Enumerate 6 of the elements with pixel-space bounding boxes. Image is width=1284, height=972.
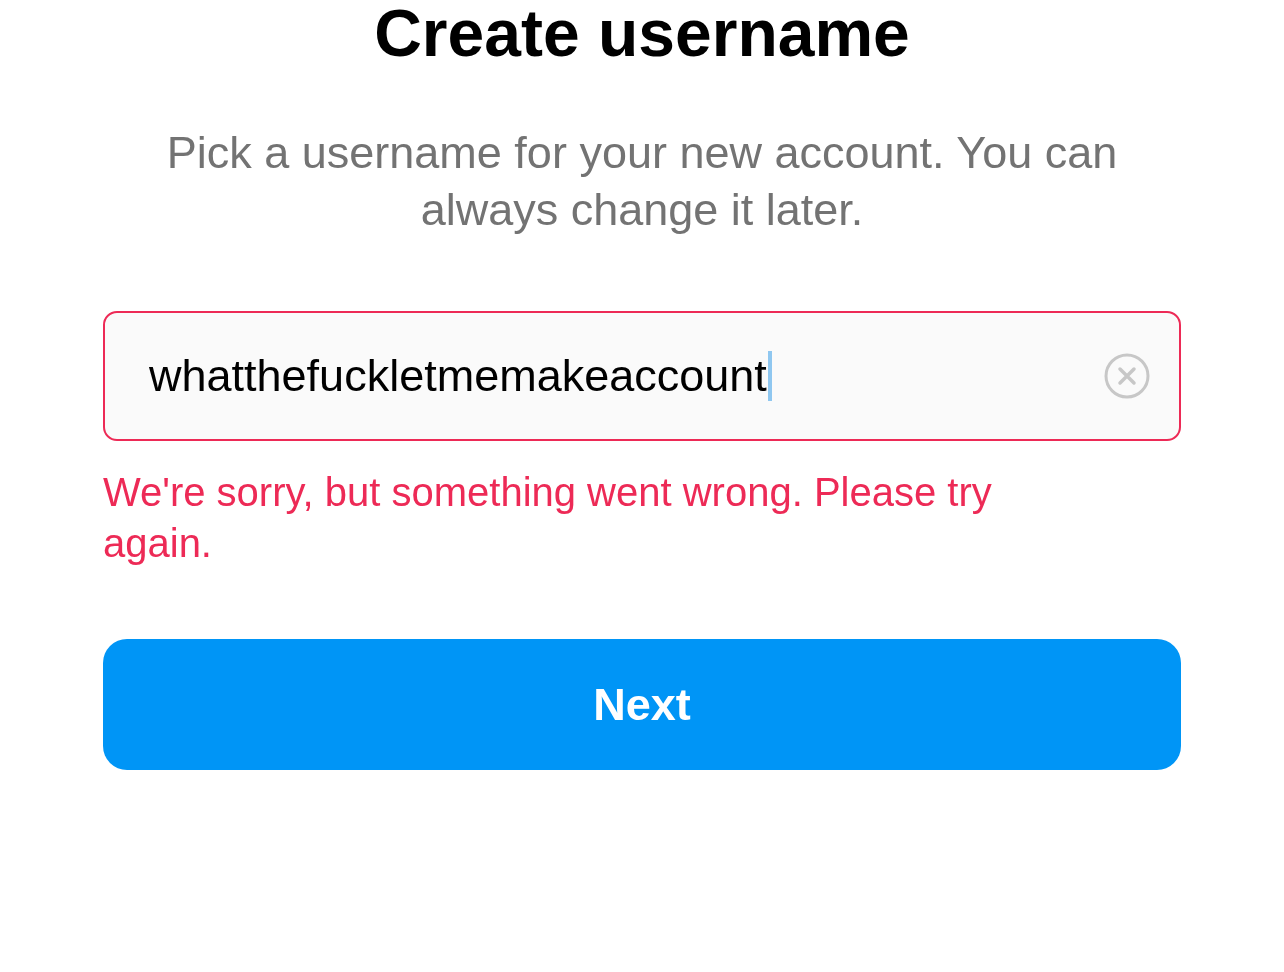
- page-title: Create username: [374, 0, 910, 66]
- subtitle: Pick a username for your new account. You can always change it later.: [165, 126, 1119, 237]
- clear-icon[interactable]: [1103, 352, 1151, 400]
- text-cursor: [767, 351, 772, 401]
- error-message: We're sorry, but something went wrong. Please try again.: [103, 469, 993, 567]
- username-field[interactable]: whatthefuckletmemakeaccount: [103, 311, 1181, 441]
